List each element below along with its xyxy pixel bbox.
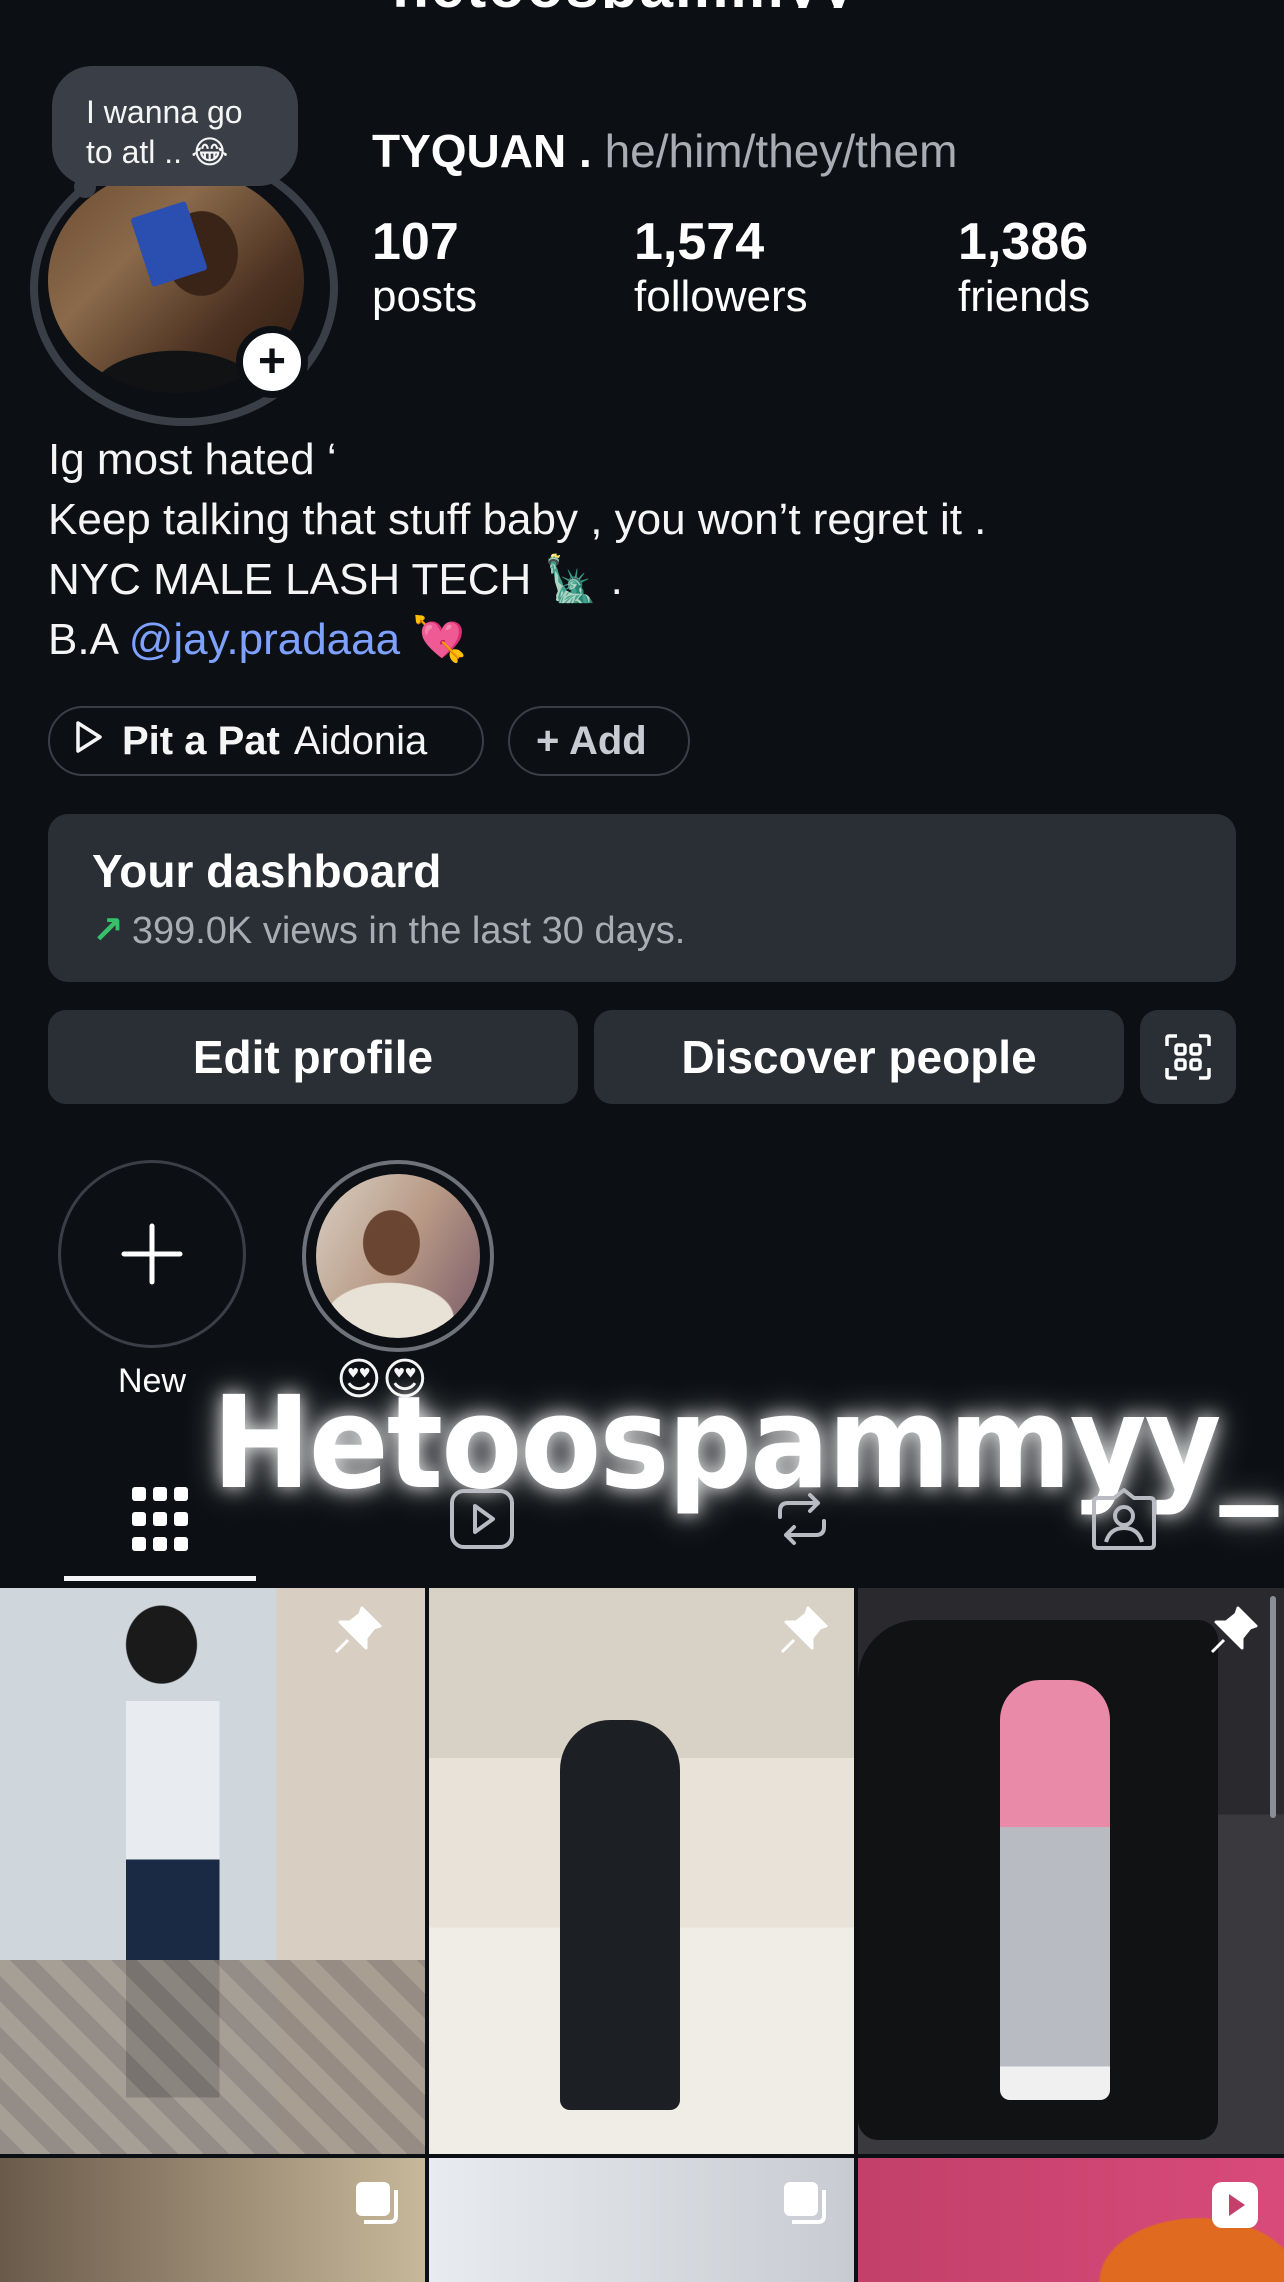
followers-count: 1,574 — [634, 213, 765, 271]
followers-label: followers — [634, 272, 808, 321]
tab-tagged[interactable] — [1084, 1484, 1164, 1554]
tagged-user-icon — [1092, 1488, 1156, 1550]
music-title: Pit a Pat — [122, 718, 280, 763]
trend-up-icon: ↗ — [92, 910, 124, 952]
stat-followers[interactable]: 1,574 followers — [634, 212, 808, 322]
note-line-1: I wanna go — [86, 94, 243, 130]
stat-friends[interactable]: 1,386 friends — [958, 212, 1090, 322]
display-name-row: TYQUAN . he/him/they/them — [372, 124, 957, 178]
play-icon — [74, 719, 104, 764]
tab-reels[interactable] — [442, 1484, 522, 1554]
carousel-icon — [352, 2178, 400, 2226]
reel-play-icon — [1210, 2180, 1260, 2230]
post-tile-3-subject — [1000, 1680, 1110, 2100]
pin-icon — [330, 1604, 384, 1658]
top-username-cutoff[interactable]: hetoospammyy_ — [0, 0, 1284, 8]
bio-line-4: B.A @jay.pradaaa 💘 — [48, 615, 468, 664]
edit-profile-button[interactable]: Edit profile — [48, 1010, 578, 1104]
pin-icon — [1206, 1604, 1260, 1658]
repost-icon — [778, 1493, 826, 1545]
discover-people-button[interactable]: Discover people — [594, 1010, 1124, 1104]
highlight-cover — [316, 1174, 480, 1338]
story-highlight[interactable] — [302, 1160, 494, 1352]
add-link-button[interactable]: + Add — [508, 706, 690, 776]
post-tile-2-subject — [560, 1720, 680, 2110]
posts-label: posts — [372, 272, 478, 321]
posts-count: 107 — [372, 213, 459, 271]
qr-code-button[interactable] — [1140, 1010, 1236, 1104]
tab-grid[interactable] — [120, 1484, 200, 1554]
bio-mention-link[interactable]: @jay.pradaaa — [129, 615, 400, 664]
note-line-2: to atl .. 😂 — [86, 134, 229, 170]
dashboard-subtitle: ↗ 399.0K views in the last 30 days. — [92, 910, 686, 952]
new-highlight-button[interactable] — [58, 1160, 246, 1348]
reels-icon — [450, 1489, 514, 1549]
statue-of-liberty-emoji: 🗽 — [543, 555, 599, 604]
bio: Ig most hated ‘ Keep talking that stuff … — [48, 430, 986, 670]
display-name: TYQUAN . — [372, 125, 592, 177]
stat-posts[interactable]: 107 posts — [372, 212, 477, 322]
professional-dashboard[interactable]: Your dashboard ↗ 399.0K views in the last… — [48, 814, 1236, 982]
post-tile-1-floor — [0, 1960, 425, 2154]
bio-line-1: Ig most hated ‘ — [48, 435, 337, 484]
bio-line-2: Keep talking that stuff baby , you won’t… — [48, 495, 987, 544]
grid-icon — [132, 1487, 188, 1551]
friends-label: friends — [958, 272, 1091, 321]
tab-reposts[interactable] — [762, 1484, 842, 1554]
heart-arrow-emoji: 💘 — [412, 615, 468, 664]
music-artist: Aidonia — [293, 718, 428, 763]
scrollbar[interactable] — [1270, 1596, 1276, 1818]
profile-music-chip[interactable]: Pit a Pat Aidonia — [48, 706, 484, 776]
qr-code-icon — [1165, 1034, 1211, 1080]
pin-icon — [776, 1604, 830, 1658]
add-story-plus-icon[interactable]: + — [236, 326, 308, 398]
active-tab-indicator — [64, 1576, 256, 1581]
bio-line-3: NYC MALE LASH TECH 🗽 . — [48, 555, 623, 604]
friends-count: 1,386 — [958, 213, 1089, 271]
dashboard-title: Your dashboard — [92, 845, 442, 897]
pronouns: he/him/they/them — [604, 125, 958, 177]
profile-note[interactable]: I wanna go to atl .. 😂 — [52, 66, 298, 186]
plus-icon — [121, 1223, 183, 1285]
carousel-icon — [780, 2178, 828, 2226]
